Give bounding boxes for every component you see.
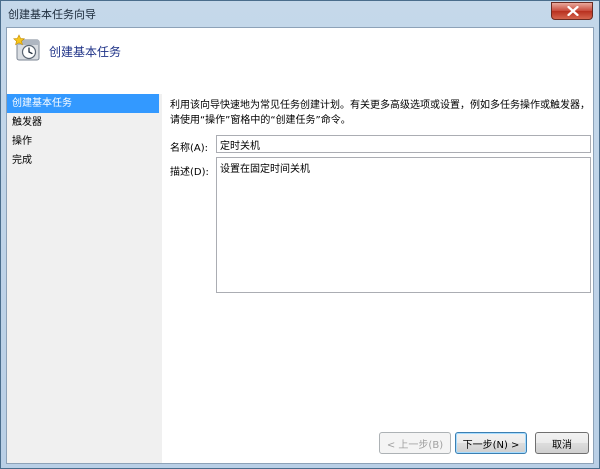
page-title: 创建基本任务 — [49, 45, 122, 59]
cancel-button[interactable]: 取消 — [535, 432, 589, 454]
sidebar-item-trigger[interactable]: 触发器 — [7, 113, 159, 132]
name-label: 名称(A): — [170, 143, 209, 154]
close-button[interactable] — [551, 2, 593, 20]
wizard-steps-sidebar: 创建基本任务 触发器 操作 完成 — [7, 94, 162, 463]
next-button[interactable]: 下一步(N) > — [455, 432, 527, 454]
back-button[interactable]: < 上一步(B) — [379, 432, 451, 454]
window-title: 创建基本任务向导 — [8, 8, 96, 21]
description-label: 描述(D): — [170, 167, 209, 178]
sidebar-item-action[interactable]: 操作 — [7, 132, 159, 151]
sidebar-item-finish[interactable]: 完成 — [7, 151, 159, 170]
close-icon — [567, 6, 579, 16]
task-scheduler-clock-icon — [13, 34, 40, 61]
wizard-window: 创建基本任务向导 创建基本任务 创建基本任务 触发器 操作 完成 利用该向导快速… — [0, 0, 600, 469]
sidebar-item-create-basic-task[interactable]: 创建基本任务 — [7, 94, 159, 113]
description-textarea[interactable]: 设置在固定时间关机 — [216, 157, 591, 293]
intro-text: 利用该向导快速地为常见任务创建计划。有关更多高级选项或设置，例如多任务操作或触发… — [170, 100, 590, 126]
wizard-header: 创建基本任务 — [7, 28, 593, 94]
wizard-footer: < 上一步(B) 下一步(N) > 取消 — [7, 423, 593, 463]
title-bar[interactable]: 创建基本任务向导 — [1, 1, 599, 27]
wizard-content: 利用该向导快速地为常见任务创建计划。有关更多高级选项或设置，例如多任务操作或触发… — [165, 94, 593, 423]
name-input[interactable] — [216, 135, 591, 153]
wizard-client: 创建基本任务 创建基本任务 触发器 操作 完成 利用该向导快速地为常见任务创建计… — [6, 27, 594, 464]
